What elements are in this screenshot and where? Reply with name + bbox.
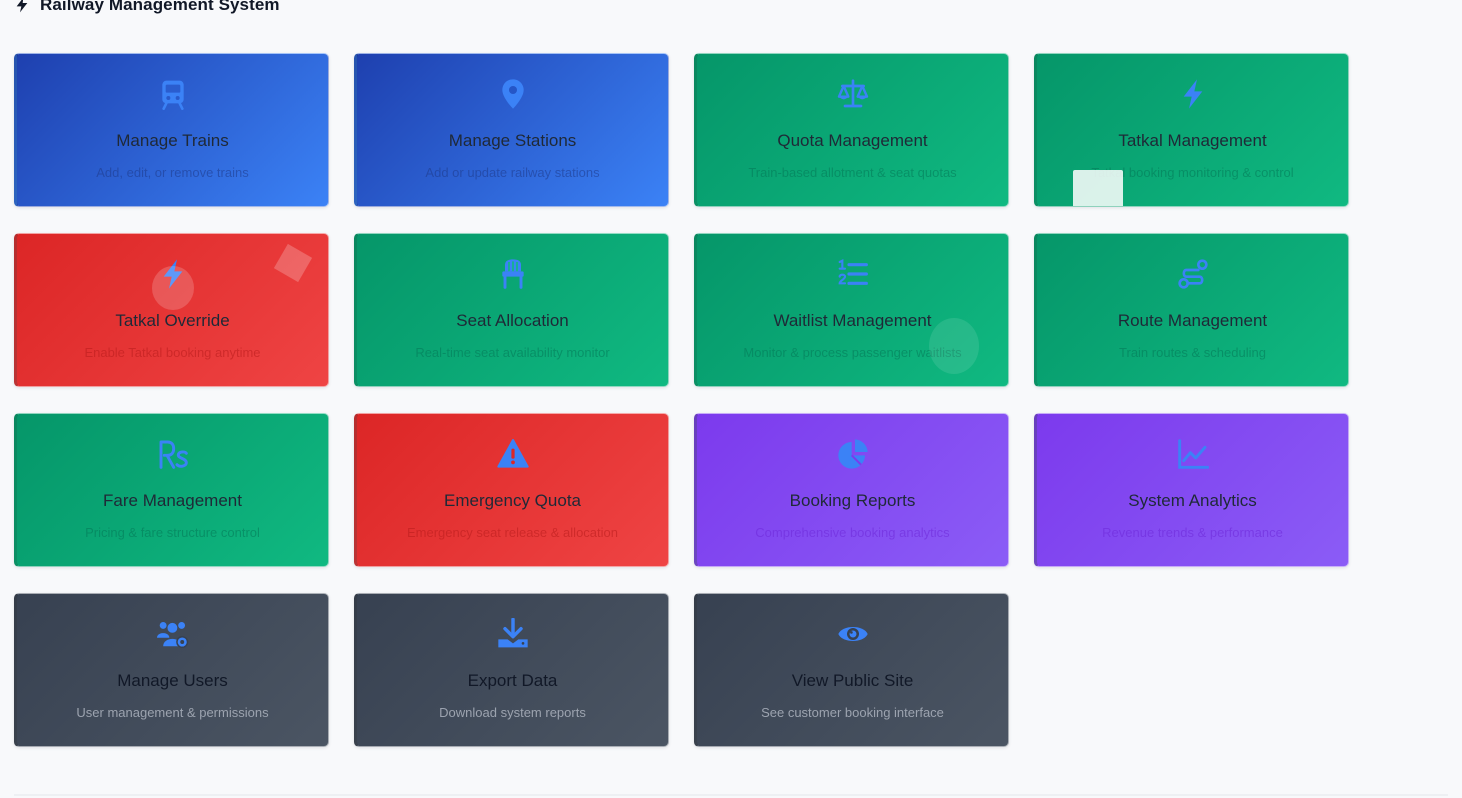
- page-title: Railway Management System: [40, 0, 280, 14]
- card-title: Tatkal Override: [115, 311, 230, 330]
- card-fare-management[interactable]: Fare Management Pricing & fare structure…: [14, 413, 329, 567]
- card-tatkal-management[interactable]: Tatkal Management Tatkal booking monitor…: [1034, 53, 1349, 207]
- card-quota-management[interactable]: Quota Management Train-based allotment &…: [694, 53, 1009, 207]
- card-description: Pricing & fare structure control: [85, 525, 260, 540]
- card-title: Emergency Quota: [443, 491, 581, 510]
- card-description: Train routes & scheduling: [1119, 345, 1266, 360]
- card-title: Manage Users: [117, 671, 228, 690]
- card-tatkal-override[interactable]: Tatkal Override Enable Tatkal booking an…: [14, 233, 329, 387]
- warning-icon: [496, 437, 530, 471]
- bolt-icon: [1176, 77, 1210, 111]
- card-description: Monitor & process passenger waitlists: [743, 345, 962, 360]
- card-description: Comprehensive booking analytics: [755, 525, 950, 540]
- card-manage-trains[interactable]: Manage Trains Add, edit, or remove train…: [14, 53, 329, 207]
- card-description: Add, edit, or remove trains: [96, 165, 249, 180]
- card-description: Emergency seat release & allocation: [406, 525, 618, 540]
- card-title: View Public Site: [791, 671, 914, 690]
- eye-icon: [836, 617, 870, 651]
- card-description: Revenue trends & performance: [1102, 525, 1283, 540]
- card-title: Seat Allocation: [456, 311, 569, 330]
- card-description: Tatkal booking monitoring & control: [1091, 165, 1294, 180]
- card-emergency-quota[interactable]: Emergency Quota Emergency seat release &…: [354, 413, 669, 567]
- bolt-icon: [156, 257, 190, 291]
- card-description: Download system reports: [439, 705, 586, 720]
- card-waitlist-management[interactable]: Waitlist Management Monitor & process pa…: [694, 233, 1009, 387]
- download-icon: [496, 617, 530, 651]
- map-pin-icon: [496, 77, 530, 111]
- card-route-management[interactable]: Route Management Train routes & scheduli…: [1034, 233, 1349, 387]
- card-manage-users[interactable]: Manage Users User management & permissio…: [14, 593, 329, 747]
- card-title: Quota Management: [777, 131, 928, 150]
- card-description: Real-time seat availability monitor: [415, 345, 610, 360]
- line-chart-icon: [1176, 437, 1210, 471]
- balance-scale-icon: [836, 77, 870, 111]
- card-title: Tatkal Management: [1118, 131, 1267, 150]
- card-view-public-site[interactable]: View Public Site See customer booking in…: [694, 593, 1009, 747]
- pie-chart-icon: [836, 437, 870, 471]
- card-description: User management & permissions: [76, 705, 269, 720]
- list-ol-icon: [836, 257, 870, 291]
- card-description: See customer booking interface: [761, 705, 944, 720]
- card-title: Manage Trains: [116, 131, 229, 150]
- card-title: Export Data: [467, 671, 558, 690]
- dashboard-grid: Manage Trains Add, edit, or remove train…: [14, 53, 1349, 747]
- card-booking-reports[interactable]: Booking Reports Comprehensive booking an…: [694, 413, 1009, 567]
- card-title: Booking Reports: [789, 491, 916, 510]
- chair-icon: [496, 257, 530, 291]
- card-seat-allocation[interactable]: Seat Allocation Real-time seat availabil…: [354, 233, 669, 387]
- card-export-data[interactable]: Export Data Download system reports: [354, 593, 669, 747]
- route-icon: [1176, 257, 1210, 291]
- page: Railway Management System Manage Trains …: [0, 0, 1462, 798]
- card-title: Waitlist Management: [773, 311, 932, 330]
- section-divider: [14, 794, 1448, 796]
- card-manage-stations[interactable]: Manage Stations Add or update railway st…: [354, 53, 669, 207]
- card-title: Route Management: [1117, 311, 1268, 330]
- train-icon: [156, 77, 190, 111]
- card-title: System Analytics: [1128, 491, 1257, 510]
- card-system-analytics[interactable]: System Analytics Revenue trends & perfor…: [1034, 413, 1349, 567]
- users-cog-icon: [156, 617, 190, 651]
- card-title: Manage Stations: [448, 131, 577, 150]
- bolt-icon: [16, 0, 28, 13]
- page-header: Railway Management System: [14, 0, 280, 16]
- decorative-shape: [273, 243, 313, 283]
- card-description: Enable Tatkal booking anytime: [84, 345, 261, 360]
- card-title: Fare Management: [103, 491, 242, 510]
- card-description: Train-based allotment & seat quotas: [748, 165, 957, 180]
- card-description: Add or update railway stations: [425, 165, 600, 180]
- rupee-icon: [156, 437, 190, 471]
